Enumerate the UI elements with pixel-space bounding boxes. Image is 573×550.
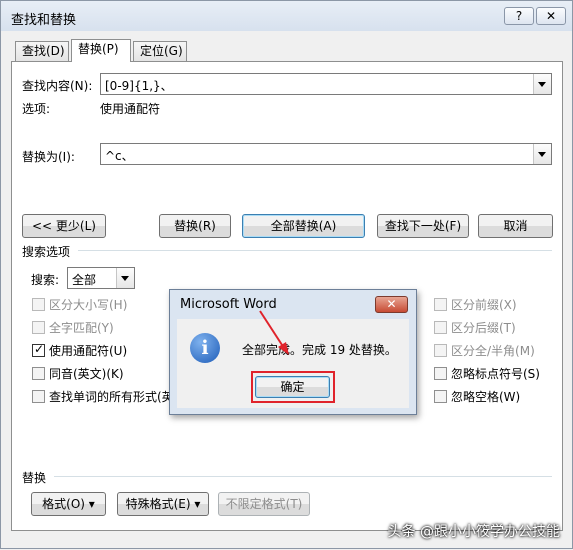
chevron-down-icon [121, 276, 129, 281]
match-prefix-label: 区分前缀(X) [451, 298, 517, 312]
match-suffix-label: 区分后缀(T) [451, 321, 516, 335]
close-button[interactable]: ✕ [536, 7, 566, 25]
match-prefix-checkbox[interactable] [434, 298, 447, 311]
search-options-heading: 搜索选项 [22, 245, 71, 259]
special-button[interactable]: 特殊格式(E) ▾ [117, 492, 209, 516]
chevron-down-icon [538, 152, 546, 157]
ignore-whitespace-checkbox[interactable] [434, 390, 447, 403]
tab-goto[interactable]: 定位(G) [133, 41, 187, 61]
replace-label: 替换为(I): [22, 150, 75, 164]
ignore-punctuation-checkbox[interactable] [434, 367, 447, 380]
message-box-body: i 全部完成。完成 19 处替换。 确定 [177, 319, 409, 408]
sounds-like-label: 同音(英文)(K) [49, 367, 124, 381]
whole-word-checkbox[interactable] [32, 321, 45, 334]
info-icon: i [190, 333, 220, 363]
highlight-box [251, 371, 335, 403]
replace-with-value: ^c、 [105, 149, 134, 163]
find-label: 查找内容(N): [22, 79, 93, 93]
ignore-whitespace-label: 忽略空格(W) [451, 390, 521, 404]
match-width-checkbox[interactable] [434, 344, 447, 357]
message-box-title: Microsoft Word [180, 297, 277, 312]
options-value: 使用通配符 [100, 102, 161, 116]
match-width-label: 区分全/半角(M) [451, 344, 535, 358]
message-box: Microsoft Word ✕ i 全部完成。完成 19 处替换。 确定 [169, 289, 417, 415]
message-text: 全部完成。完成 19 处替换。 [242, 343, 397, 357]
title-bar: 查找和替换 ? ✕ [1, 1, 572, 31]
replace-with-combobox[interactable]: ^c、 [100, 143, 552, 165]
replace-section-heading: 替换 [22, 471, 47, 485]
options-label: 选项: [22, 102, 51, 116]
message-box-close-button[interactable]: ✕ [375, 296, 408, 313]
dialog-title: 查找和替换 [11, 13, 77, 28]
find-next-button[interactable]: 查找下一处(F) [377, 214, 469, 238]
find-dropdown-button[interactable] [533, 74, 551, 94]
all-word-forms-checkbox[interactable] [32, 390, 45, 403]
find-what-value: [0-9]{1,}、 [105, 79, 173, 93]
use-wildcards-checkbox[interactable] [32, 342, 45, 357]
watermark: 头条 @跟小小筱学办公技能 [387, 524, 560, 540]
tab-replace[interactable]: 替换(P) [71, 39, 131, 62]
find-replace-dialog: 查找和替换 ? ✕ 查找(D) 替换(P) 定位(G) 查找内容(N): [0-… [0, 0, 573, 549]
use-wildcards-label: 使用通配符(U) [49, 344, 128, 358]
divider [54, 476, 552, 477]
help-button[interactable]: ? [504, 7, 534, 25]
search-scope-select[interactable]: 全部 [67, 267, 135, 289]
no-formatting-button[interactable]: 不限定格式(T) [218, 492, 310, 516]
match-case-checkbox[interactable] [32, 298, 45, 311]
all-word-forms-label: 查找单词的所有形式(英 [49, 390, 174, 404]
format-button[interactable]: 格式(O) ▾ [31, 492, 106, 516]
replace-all-button[interactable]: 全部替换(A) [242, 214, 365, 238]
ignore-punctuation-label: 忽略标点符号(S) [451, 367, 540, 381]
less-button[interactable]: << 更少(L) [22, 214, 106, 238]
search-scope-dropdown[interactable] [116, 268, 134, 288]
search-scope-label: 搜索: [31, 273, 60, 287]
match-case-label: 区分大小写(H) [49, 298, 128, 312]
search-scope-value: 全部 [72, 273, 97, 287]
replace-button[interactable]: 替换(R) [159, 214, 231, 238]
replace-dropdown-button[interactable] [533, 144, 551, 164]
match-suffix-checkbox[interactable] [434, 321, 447, 334]
sounds-like-checkbox[interactable] [32, 367, 45, 380]
find-what-combobox[interactable]: [0-9]{1,}、 [100, 73, 552, 95]
chevron-down-icon [538, 82, 546, 87]
whole-word-label: 全字匹配(Y) [49, 321, 114, 335]
tab-find[interactable]: 查找(D) [15, 41, 69, 61]
cancel-button[interactable]: 取消 [478, 214, 553, 238]
divider [78, 250, 552, 251]
